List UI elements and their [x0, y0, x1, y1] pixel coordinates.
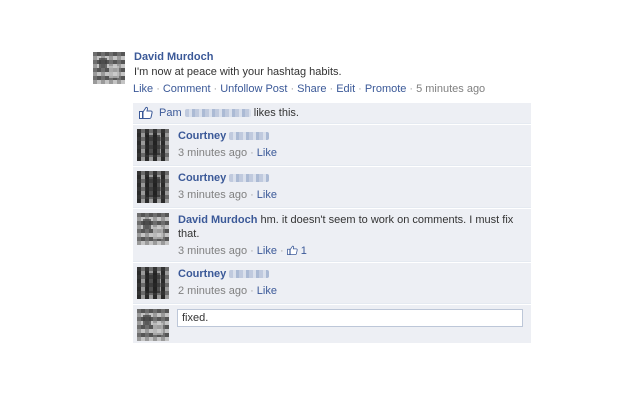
comment-timestamp[interactable]: 3 minutes ago — [178, 245, 247, 257]
comment-like-link[interactable]: Like — [257, 147, 277, 159]
comment-timestamp[interactable]: 3 minutes ago — [178, 147, 247, 159]
comment-body: Courtney 2 minutes ago · Like — [178, 267, 518, 298]
share-link[interactable]: Share — [297, 83, 326, 95]
edit-link[interactable]: Edit — [336, 83, 355, 95]
comment-meta: 2 minutes ago · Like — [178, 284, 518, 298]
comment-like-link[interactable]: Like — [257, 245, 277, 257]
separator: · — [250, 147, 254, 159]
comment-composer — [133, 304, 531, 343]
unfollow-post-link[interactable]: Unfollow Post — [220, 83, 287, 95]
comment-body: David Murdoch hm. it doesn't seem to wor… — [178, 213, 518, 258]
post-timestamp[interactable]: 5 minutes ago — [416, 83, 485, 95]
separator: · — [279, 245, 284, 257]
post-author-name[interactable]: David Murdoch — [134, 50, 534, 64]
comment-author[interactable]: Courtney — [178, 130, 226, 142]
comment-item: David Murdoch hm. it doesn't seem to wor… — [133, 208, 531, 262]
redacted-name — [229, 174, 270, 183]
comment-body: Courtney 3 minutes ago · Like — [178, 171, 518, 202]
post-action-bar: Like · Comment · Unfollow Post · Share · Edit · Pr… — [133, 82, 553, 96]
separator: · — [250, 189, 254, 201]
post-message: I'm now at peace with your hashtag habit… — [134, 66, 342, 78]
liker-name[interactable]: Pam — [159, 107, 182, 119]
comment-like-count[interactable]: 1 — [301, 245, 307, 257]
comment-item: Courtney 2 minutes ago · Like — [133, 262, 531, 304]
separator: · — [290, 83, 295, 95]
promote-link[interactable]: Promote — [365, 83, 407, 95]
separator: · — [156, 83, 160, 95]
comment-timestamp[interactable]: 3 minutes ago — [178, 189, 247, 201]
redacted-name — [229, 132, 270, 141]
comment-author[interactable]: Courtney — [178, 268, 226, 280]
comments-section: Pam likes this. Courtney 3 minutes ago · L… — [133, 103, 531, 343]
comment-meta: 3 minutes ago · Like — [178, 146, 518, 160]
viewer-avatar — [137, 309, 169, 341]
comment-item: Courtney 3 minutes ago · Like — [133, 166, 531, 208]
comment-timestamp[interactable]: 2 minutes ago — [178, 285, 247, 297]
commenter-avatar[interactable] — [137, 213, 169, 245]
comment-meta: 3 minutes ago · Like · 1 — [178, 244, 518, 258]
commenter-avatar[interactable] — [137, 129, 169, 161]
likes-sentence: Pam likes this. — [133, 103, 531, 124]
separator: · — [329, 83, 334, 95]
separator: · — [213, 83, 218, 95]
comment-like-link[interactable]: Like — [257, 189, 277, 201]
separator: · — [409, 83, 414, 95]
likes-suffix: likes this. — [253, 107, 299, 119]
comment-author[interactable]: David Murdoch — [178, 214, 257, 226]
commenter-avatar[interactable] — [137, 267, 169, 299]
author-avatar[interactable] — [93, 52, 125, 84]
comment-like-link[interactable]: Like — [257, 285, 277, 297]
comment-meta: 3 minutes ago · Like — [178, 188, 518, 202]
comment-body: Courtney 3 minutes ago · Like — [178, 129, 518, 160]
like-link[interactable]: Like — [133, 83, 153, 95]
separator: · — [250, 245, 254, 257]
thumbs-up-icon — [139, 106, 153, 119]
comment-item: Courtney 3 minutes ago · Like — [133, 124, 531, 166]
comment-link[interactable]: Comment — [163, 83, 211, 95]
separator: · — [358, 83, 362, 95]
likes-text: Pam likes this. — [159, 107, 299, 119]
redacted-name — [229, 270, 270, 279]
comment-author[interactable]: Courtney — [178, 172, 226, 184]
comment-input[interactable] — [177, 309, 523, 327]
commenter-avatar[interactable] — [137, 171, 169, 203]
thumbs-up-icon[interactable] — [286, 245, 298, 255]
post-content: David Murdoch I'm now at peace with your… — [134, 50, 534, 80]
redacted-name — [184, 109, 251, 118]
separator: · — [250, 285, 254, 297]
